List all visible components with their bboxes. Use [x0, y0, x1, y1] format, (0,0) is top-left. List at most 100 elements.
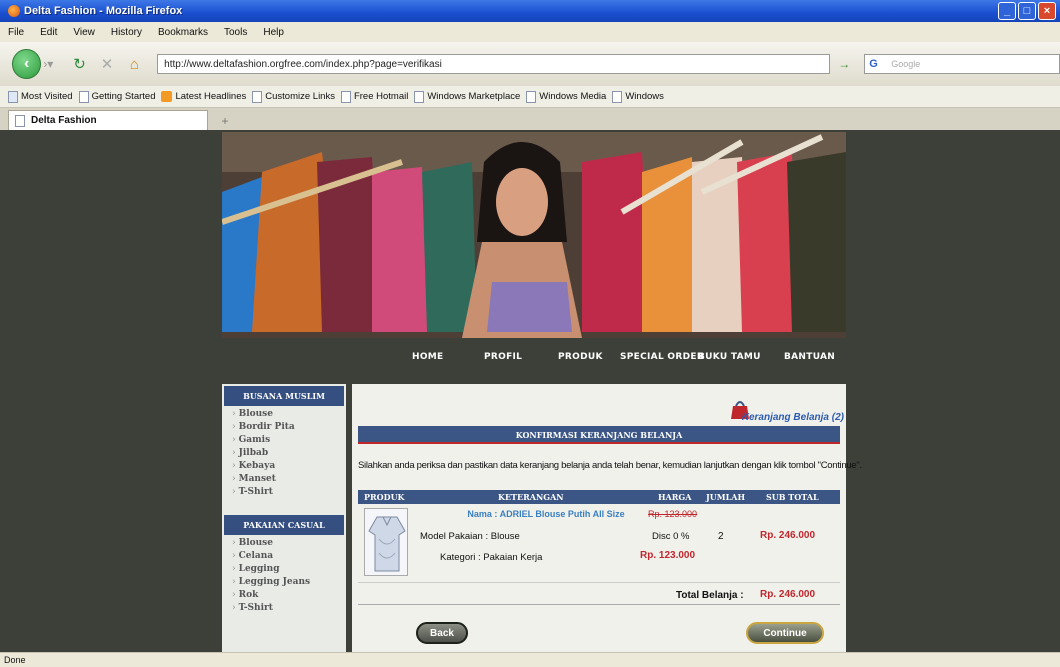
row-divider	[358, 582, 840, 583]
sidebar-item-blouse[interactable]: Blouse	[222, 408, 346, 421]
quantity-value: 2	[718, 531, 724, 542]
total-label: Total Belanja :	[676, 590, 744, 601]
sidebar-item-celana[interactable]: Celana	[222, 550, 346, 563]
home-icon[interactable]: ⌂	[124, 53, 145, 75]
page-icon	[526, 90, 537, 103]
menu-file[interactable]: File	[8, 27, 24, 38]
page-icon	[414, 90, 425, 103]
bookmarks-toolbar: Most Visited Getting Started Latest Head…	[0, 86, 1060, 108]
product-model: Model Pakaian : Blouse	[420, 531, 520, 542]
rss-icon	[161, 91, 173, 102]
menu-history[interactable]: History	[111, 27, 142, 38]
sidebar-heading-busana-muslim: BUSANA MUSLIM	[224, 386, 344, 406]
bookmark-windows[interactable]: Windows	[612, 90, 664, 103]
status-bar: Done	[0, 652, 1060, 667]
sidebar-item-jilbab[interactable]: Jilbab	[222, 447, 346, 460]
nav-special-order[interactable]: SPECIAL ORDER	[620, 352, 704, 362]
continue-button-label: Continue	[763, 627, 807, 639]
product-category: Kategori : Pakaian Kerja	[440, 552, 543, 563]
col-produk: PRODUK	[364, 492, 405, 502]
bookmark-free-hotmail[interactable]: Free Hotmail	[340, 90, 408, 103]
new-tab-icon[interactable]: +	[216, 112, 234, 130]
nav-bantuan[interactable]: BANTUAN	[784, 352, 835, 362]
final-price: Rp. 123.000	[640, 550, 696, 561]
back-button-label: Back	[430, 627, 454, 639]
tab-label: Delta Fashion	[31, 115, 97, 126]
sidebar-item-legging-jeans[interactable]: Legging Jeans	[222, 576, 346, 589]
discount-text: Disc 0 %	[652, 531, 690, 542]
sidebar-item-t-shirt[interactable]: T-Shirt	[222, 486, 346, 499]
nav-profil[interactable]: PROFIL	[484, 352, 522, 362]
cart-confirmation-panel: Keranjang Belanja (2) KONFIRMASI KERANJA…	[352, 384, 862, 652]
banner-image	[222, 132, 846, 338]
firefox-icon	[8, 5, 20, 17]
minimize-icon[interactable]: _	[998, 2, 1016, 20]
tab-delta-fashion[interactable]: Delta Fashion	[8, 110, 208, 130]
nav-home[interactable]: HOME	[412, 352, 444, 362]
bookmark-getting-started[interactable]: Getting Started	[78, 90, 156, 103]
page-icon	[340, 90, 351, 103]
sidebar-item-kebaya[interactable]: Kebaya	[222, 460, 346, 473]
stop-icon[interactable]: ✕	[96, 53, 117, 75]
nav-produk[interactable]: PRODUK	[558, 352, 603, 362]
bookmark-label: Customize Links	[265, 91, 335, 102]
maximize-icon[interactable]: □	[1018, 2, 1036, 20]
product-name[interactable]: Nama : ADRIEL Blouse Putih All Size	[446, 509, 646, 519]
sidebar-item-bordir-pita[interactable]: Bordir Pita	[222, 421, 346, 434]
sidebar-item-rok[interactable]: Rok	[222, 589, 346, 602]
status-text: Done	[4, 655, 26, 665]
back-arrow-icon[interactable]: ‹	[12, 49, 42, 79]
instruction-text: Silahkan anda periksa dan pastikan data …	[358, 460, 862, 471]
bookmark-most-visited[interactable]: Most Visited	[8, 90, 73, 103]
go-arrow-icon[interactable]: →	[838, 57, 850, 71]
bookmark-icon	[8, 90, 18, 103]
menu-bookmarks[interactable]: Bookmarks	[158, 27, 208, 38]
page-viewport: HOME PROFIL PRODUK SPECIAL ORDER BUKU TA…	[0, 130, 1060, 652]
cart-link[interactable]: Keranjang Belanja (2)	[742, 412, 844, 423]
total-value: Rp. 246.000	[760, 589, 816, 600]
banner-illustration	[222, 132, 846, 338]
col-keterangan: KETERANGAN	[498, 492, 564, 502]
back-button[interactable]: Back	[416, 622, 468, 644]
continue-button[interactable]: Continue	[746, 622, 824, 644]
table-header: PRODUK KETERANGAN HARGA JUMLAH SUB TOTAL	[358, 490, 840, 504]
nav-buku-tamu[interactable]: BUKU TAMU	[698, 352, 761, 362]
address-bar[interactable]: http://www.deltafashion.orgfree.com/inde…	[157, 54, 831, 74]
window-title: Delta Fashion - Mozilla Firefox	[24, 5, 183, 17]
col-jumlah: JUMLAH	[706, 492, 746, 502]
page-icon	[15, 114, 25, 127]
sidebar-item-t-shirt[interactable]: T-Shirt	[222, 602, 346, 615]
sidebar-item-blouse[interactable]: Blouse	[222, 537, 346, 550]
bookmark-label: Windows Marketplace	[427, 91, 521, 102]
bookmark-label: Most Visited	[21, 91, 73, 102]
bookmark-customize-links[interactable]: Customize Links	[252, 90, 335, 103]
menu-view[interactable]: View	[73, 27, 95, 38]
product-thumbnail[interactable]	[364, 508, 408, 576]
sidebar-item-legging[interactable]: Legging	[222, 563, 346, 576]
forward-arrow-icon[interactable]: ›▾	[43, 53, 63, 75]
sidebar-item-gamis[interactable]: Gamis	[222, 434, 346, 447]
bookmark-label: Windows	[625, 91, 664, 102]
bookmark-windows-media[interactable]: Windows Media	[526, 90, 606, 103]
menu-edit[interactable]: Edit	[40, 27, 57, 38]
bookmark-windows-marketplace[interactable]: Windows Marketplace	[414, 90, 521, 103]
total-divider	[358, 604, 840, 605]
category-sidebar: BUSANA MUSLIM Blouse Bordir Pita Gamis J…	[222, 384, 346, 652]
col-harga: HARGA	[658, 492, 692, 502]
menu-help[interactable]: Help	[263, 27, 284, 38]
page-icon	[252, 90, 263, 103]
bookmark-label: Latest Headlines	[175, 91, 247, 102]
navigation-toolbar: ‹ ›▾ ↻ ✕ ⌂ http://www.deltafashion.orgfr…	[0, 42, 1060, 86]
reload-icon[interactable]: ↻	[69, 53, 90, 75]
col-subtotal: SUB TOTAL	[766, 492, 819, 502]
menu-tools[interactable]: Tools	[224, 27, 247, 38]
bookmark-label: Getting Started	[91, 91, 156, 102]
window-controls: _ □ ×	[998, 2, 1056, 20]
close-icon[interactable]: ×	[1038, 2, 1056, 20]
bookmark-latest-headlines[interactable]: Latest Headlines	[161, 91, 246, 102]
sidebar-heading-pakaian-casual: PAKAIAN CASUAL	[224, 515, 344, 535]
sidebar-item-manset[interactable]: Manset	[222, 473, 346, 486]
search-input[interactable]: G Google	[864, 54, 1060, 74]
page-icon	[612, 90, 623, 103]
original-price: Rp. 123.000	[648, 509, 698, 519]
